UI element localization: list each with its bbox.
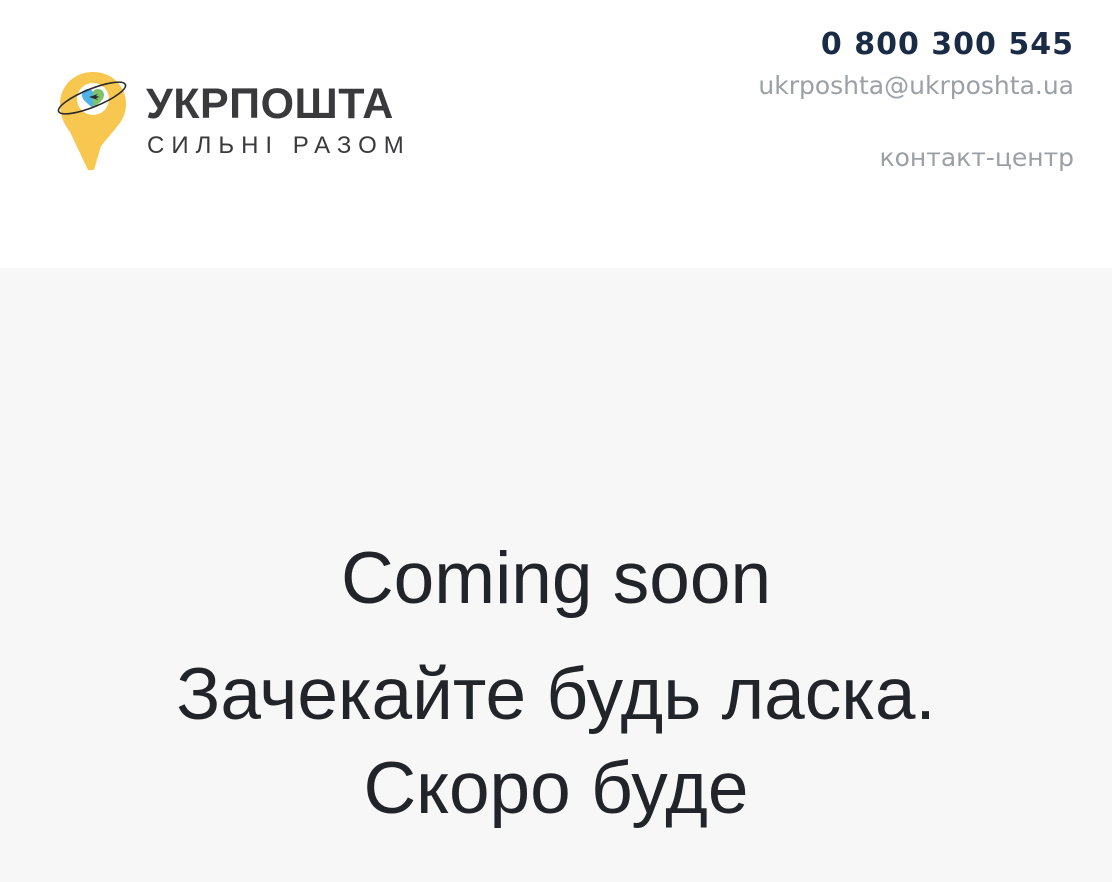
logo-tagline: СИЛЬНІ РАЗОМ	[147, 132, 411, 159]
main-content: Coming soon Зачекайте будь ласка. Скоро …	[0, 268, 1112, 882]
contacts-block: 0 800 300 545 ukrposhta@ukrposhta.ua кон…	[758, 26, 1074, 174]
message-line-1: Зачекайте будь ласка.	[176, 654, 936, 735]
please-wait-message: Зачекайте будь ласка. Скоро буде	[0, 648, 1112, 836]
site-header: УКРПОШТА СИЛЬНІ РАЗОМ 0 800 300 545 ukrp…	[0, 0, 1112, 268]
location-pin-heart-icon	[57, 72, 127, 170]
email-link[interactable]: ukrposhta@ukrposhta.ua	[758, 70, 1074, 102]
ukrposhta-logo-link[interactable]: УКРПОШТА СИЛЬНІ РАЗОМ	[54, 66, 444, 176]
contact-center-link[interactable]: контакт-центр	[758, 142, 1074, 174]
message-line-2: Скоро буде	[363, 748, 749, 829]
logo-name: УКРПОШТА	[146, 80, 394, 128]
phone-link[interactable]: 0 800 300 545	[758, 26, 1074, 64]
coming-soon-heading: Coming soon	[340, 538, 772, 619]
